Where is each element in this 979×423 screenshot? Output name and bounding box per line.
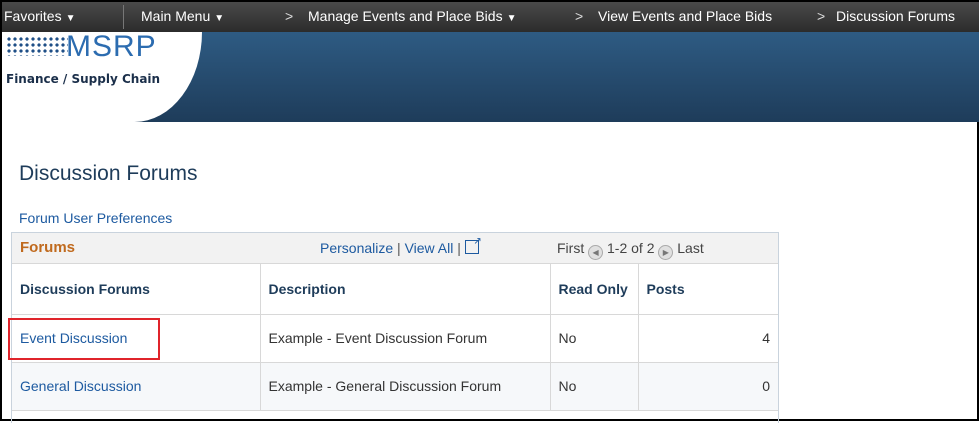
nav-divider <box>123 5 124 29</box>
breadcrumb-separator: > <box>817 8 826 24</box>
forum-cell: General Discussion <box>12 362 261 411</box>
main-menu[interactable]: Main Menu ▼ <box>141 8 224 24</box>
table-header-row: Discussion Forums Description Read Only … <box>12 264 778 315</box>
tool-separator: | <box>457 240 461 256</box>
pager: First ◀ 1-2 of 2 ▶ Last <box>557 240 704 260</box>
chevron-down-icon: ▼ <box>214 13 225 24</box>
breadcrumb-label: Manage Events and Place Bids <box>308 8 503 24</box>
column-header[interactable]: Discussion Forums <box>12 264 261 315</box>
logo-subtitle: Finance / Supply Chain <box>6 72 161 86</box>
top-nav-bar: Favorites ▼ Main Menu ▼ > Manage Events an… <box>2 2 979 32</box>
column-header[interactable]: Posts <box>638 264 778 315</box>
main-menu-label: Main Menu <box>141 8 211 24</box>
breadcrumb-separator: > <box>285 8 294 24</box>
logo-dots-icon <box>6 36 68 56</box>
read-only-cell: No <box>550 314 639 363</box>
breadcrumb-separator: > <box>575 8 584 24</box>
forums-table: Discussion Forums Description Read Only … <box>12 264 778 411</box>
description-cell: Example - General Discussion Forum <box>260 362 551 411</box>
logo-name: MSRP <box>66 30 157 63</box>
tool-separator: | <box>397 240 401 256</box>
favorites-label: Favorites <box>4 8 62 24</box>
read-only-cell: No <box>550 362 639 411</box>
personalize-link[interactable]: Personalize <box>320 240 393 256</box>
forum-cell: Event Discussion <box>12 314 261 363</box>
column-header[interactable]: Read Only <box>550 264 639 315</box>
arrow-icon: ↗ <box>473 236 482 247</box>
breadcrumb-discussion-forums[interactable]: Discussion Forums <box>836 8 955 24</box>
column-header[interactable]: Description <box>260 264 551 315</box>
posts-cell: 4 <box>638 314 778 363</box>
breadcrumb-view-events[interactable]: View Events and Place Bids <box>598 8 772 24</box>
general-discussion-link[interactable]: General Discussion <box>20 378 141 394</box>
table-row: General Discussion Example - General Dis… <box>12 362 778 411</box>
chevron-down-icon: ▼ <box>506 13 517 24</box>
description-cell: Example - Event Discussion Forum <box>260 314 551 363</box>
range-label: 1-2 of 2 <box>607 240 655 256</box>
forum-user-preferences-link[interactable]: Forum User Preferences <box>19 210 172 226</box>
last-label: Last <box>677 240 704 256</box>
grid-title: Forums <box>20 239 76 256</box>
page-title: Discussion Forums <box>19 162 198 185</box>
grid-header: Forums Personalize | View All | ↗ First … <box>12 233 778 264</box>
posts-cell: 0 <box>638 362 778 411</box>
view-all-link[interactable]: View All <box>405 240 454 256</box>
breadcrumb-manage-events[interactable]: Manage Events and Place Bids ▼ <box>308 8 516 24</box>
table-row: Event Discussion Example - Event Discuss… <box>12 314 778 363</box>
grid-tools: Personalize | View All | ↗ <box>320 236 482 256</box>
favorites-menu[interactable]: Favorites ▼ <box>4 8 75 24</box>
chevron-down-icon: ▼ <box>65 13 76 24</box>
next-icon[interactable]: ▶ <box>658 245 674 260</box>
first-label: First <box>557 240 585 256</box>
forums-grid: Forums Personalize | View All | ↗ First … <box>11 232 779 423</box>
previous-icon[interactable]: ◀ <box>588 245 604 260</box>
event-discussion-link[interactable]: Event Discussion <box>20 330 127 346</box>
zoom-grid-icon[interactable]: ↗ <box>464 236 482 254</box>
